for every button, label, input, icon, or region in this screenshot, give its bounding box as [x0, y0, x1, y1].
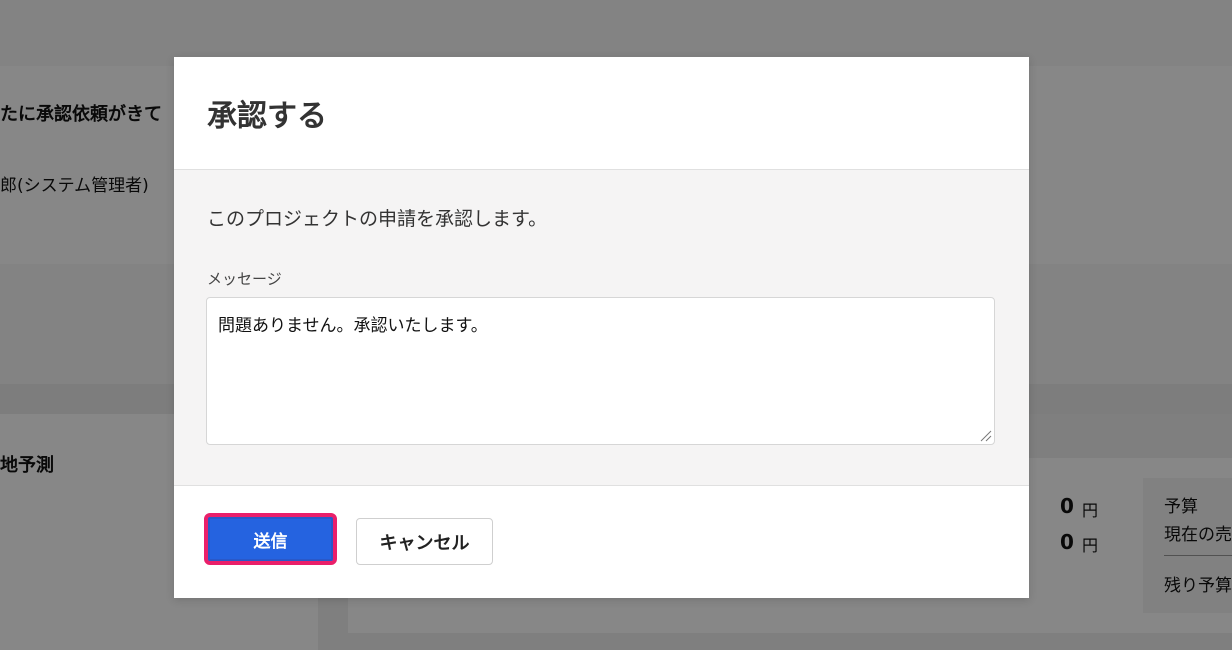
approve-dialog: 承認する このプロジェクトの申請を承認します。 メッセージ 問題ありません。承認…	[174, 57, 1029, 598]
message-textarea[interactable]: 問題ありません。承認いたします。	[206, 297, 995, 445]
dialog-description: このプロジェクトの申請を承認します。	[207, 208, 548, 230]
dialog-header: 承認する	[174, 57, 1029, 170]
resize-handle-icon[interactable]	[978, 428, 992, 442]
dialog-body: このプロジェクトの申請を承認します。 メッセージ 問題ありません。承認いたします…	[174, 170, 1029, 486]
cancel-button-label: キャンセル	[379, 532, 470, 554]
send-button-label: 送信	[253, 531, 288, 552]
send-button[interactable]: 送信	[204, 513, 337, 565]
cancel-button[interactable]: キャンセル	[356, 518, 493, 565]
message-text: 問題ありません。承認いたします。	[218, 316, 488, 336]
message-label: メッセージ	[207, 270, 282, 288]
dialog-title: 承認する	[207, 99, 327, 134]
dialog-footer: 送信 キャンセル	[174, 486, 1029, 598]
